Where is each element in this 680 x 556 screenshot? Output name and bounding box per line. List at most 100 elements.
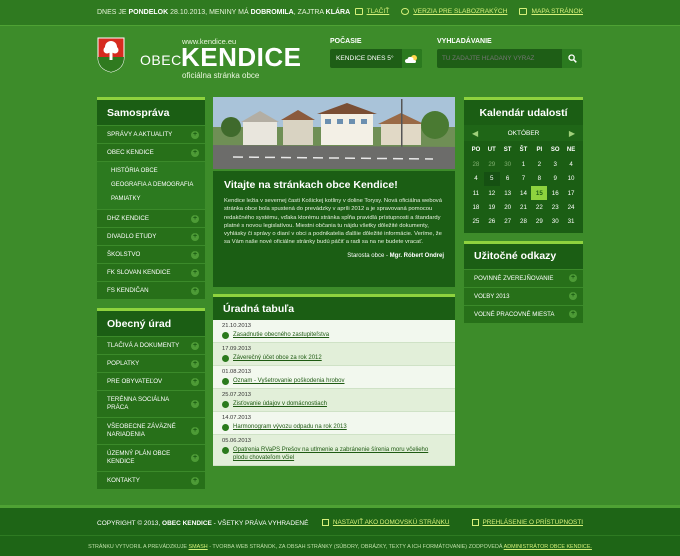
calendar-day[interactable]: 28 (468, 157, 484, 171)
calendar-day[interactable]: 31 (563, 214, 579, 228)
notice-item[interactable]: 05.06.2013 Opatrenia RVaPS Prešov na utl… (213, 435, 455, 466)
home-icon (321, 519, 329, 526)
notice-link[interactable]: Opatrenia RVaPS Prešov na utlmenie a zab… (233, 446, 438, 462)
calendar-day[interactable]: 30 (547, 214, 563, 228)
calendar-day[interactable]: 8 (531, 172, 547, 186)
nav-terenna-praca[interactable]: TERÉNNA SOCIÁLNA PRÁCA + (97, 390, 205, 417)
low-vision-link[interactable]: VERZIA PRE SLABOZRAKÝCH (401, 8, 507, 15)
nav-uzemny-plan[interactable]: ÚZEMNÝ PLÁN OBCE KENDICE + (97, 444, 205, 471)
notice-item[interactable]: 21.10.2013 Zasadnutie obecného zastupite… (213, 320, 455, 343)
calendar-day[interactable]: 28 (516, 214, 532, 228)
calendar-day[interactable]: 2 (531, 157, 547, 171)
copyright-text: COPYRIGHT © 2013, OBEC KENDICE - VŠETKY … (97, 520, 309, 527)
chevron-left-icon[interactable]: ◀ (472, 129, 478, 138)
plus-icon: + (191, 427, 199, 435)
notice-item[interactable]: 25.07.2013 Zisťovanie údajov v domácnost… (213, 389, 455, 412)
calendar-day[interactable]: 20 (500, 200, 516, 214)
document-icon (471, 519, 479, 526)
plus-icon: + (191, 286, 199, 295)
subnav-historia[interactable]: HISTÓRIA OBCE (97, 164, 205, 178)
site-name[interactable]: KENDICE (181, 42, 302, 73)
administrator-link[interactable]: ADMINISTRÁTOR OBCE KENDICE. (504, 544, 592, 550)
calendar-month-nav: ◀ OKTÓBER ▶ (464, 125, 583, 141)
weather-widget[interactable]: KENDICE DNES 5° (330, 49, 422, 68)
nav-fk-slovan[interactable]: FK SLOVAN KENDICE + (97, 263, 205, 281)
subnav-geografia[interactable]: GEOGRAFIA A DEMOGRAFIA (97, 178, 205, 192)
calendar-day[interactable]: 13 (500, 186, 516, 200)
calendar-day[interactable]: 22 (531, 200, 547, 214)
calendar-day[interactable]: 12 (484, 186, 500, 200)
notice-item[interactable]: 01.08.2013 Oznam - Vyšetrovanie poškoden… (213, 366, 455, 389)
link-povinne-zverejnovanie[interactable]: POVINNÉ ZVEREJŇOVANIE + (464, 268, 583, 287)
nav-dhz-kendice[interactable]: DHZ KENDICE + (97, 209, 205, 227)
link-volne-miesta[interactable]: VOĽNÉ PRACOVNÉ MIESTA + (464, 304, 583, 323)
calendar-day[interactable]: 4 (468, 172, 484, 186)
nav-skolstvo[interactable]: ŠKOLSTVO + (97, 245, 205, 263)
calendar-day[interactable]: 16 (547, 186, 563, 200)
nav-fs-kendican[interactable]: FS KENDIČAN + (97, 281, 205, 299)
calendar-day[interactable]: 29 (531, 214, 547, 228)
calendar-day[interactable]: 11 (468, 186, 484, 200)
calendar-day[interactable]: 26 (484, 214, 500, 228)
calendar-day[interactable]: 9 (547, 172, 563, 186)
nav-spravy-aktuality[interactable]: SPRÁVY A AKTUALITY + (97, 125, 205, 143)
calendar-day[interactable]: 4 (563, 157, 579, 171)
nav-tlaciva[interactable]: TLAČIVÁ A DOKUMENTY + (97, 336, 205, 354)
notice-item[interactable]: 14.07.2013 Harmonogram vývozu odpadu na … (213, 412, 455, 435)
nav-kontakty[interactable]: KONTAKTY + (97, 471, 205, 489)
plus-icon: + (191, 454, 199, 462)
calendar-weekday: UT (487, 147, 496, 154)
nav-obec-kendice[interactable]: OBEC KENDICE + (97, 143, 205, 161)
arrow-bullet-icon (222, 331, 229, 339)
search-input[interactable] (437, 49, 562, 68)
nav-divadlo-etudy[interactable]: DIVADLO ETUDY + (97, 227, 205, 245)
calendar-day[interactable]: 24 (563, 200, 579, 214)
calendar-day[interactable]: 3 (547, 157, 563, 171)
arrow-bullet-icon (222, 400, 229, 408)
notice-date: 21.10.2013 (222, 323, 252, 329)
footer-credit: STRÁNKU VYTVORIL A PREVÁDZKUJE SMASH - T… (88, 544, 592, 550)
sitemap-link[interactable]: MAPA STRÁNOK (519, 8, 583, 15)
calendar-day-today[interactable]: 15 (531, 185, 548, 201)
plus-icon: + (569, 310, 577, 319)
calendar-day[interactable]: 17 (563, 186, 579, 200)
notice-link[interactable]: Zisťovanie údajov v domácnostiach (233, 400, 327, 408)
calendar-day[interactable]: 5 (483, 171, 500, 186)
notice-date: 25.07.2013 (222, 392, 252, 398)
nav-vzn[interactable]: VŠEOBECNE ZÁVÄZNÉ NARIADENIA + (97, 417, 205, 444)
subnav-pamiatky[interactable]: PAMIATKY (97, 192, 205, 206)
samosprava-title: Samospráva (97, 97, 205, 125)
notice-item[interactable]: 17.09.2013 Záverečný účet obce za rok 20… (213, 343, 455, 366)
calendar-day[interactable]: 21 (516, 200, 532, 214)
calendar-weekday: NE (566, 147, 576, 154)
print-link[interactable]: TLAČIŤ (354, 8, 389, 15)
calendar-day[interactable]: 30 (500, 157, 516, 171)
coat-of-arms-logo[interactable] (97, 37, 125, 73)
plus-icon: + (191, 214, 199, 223)
calendar-day[interactable]: 25 (468, 214, 484, 228)
calendar-day[interactable]: 29 (484, 157, 500, 171)
notice-link[interactable]: Zasadnutie obecného zastupiteľstva (233, 331, 329, 339)
notice-link[interactable]: Záverečný účet obce za rok 2012 (233, 354, 322, 362)
set-homepage-link[interactable]: NASTAVIŤ AKO DOMOVSKÚ STRÁNKU (321, 519, 450, 526)
calendar-day[interactable]: 18 (468, 200, 484, 214)
link-volby-2013[interactable]: VOĽBY 2013 + (464, 286, 583, 305)
calendar-day[interactable]: 19 (484, 200, 500, 214)
calendar-weekday: PI (536, 147, 543, 154)
calendar-day[interactable]: 14 (516, 186, 532, 200)
nav-pre-obyvatelov[interactable]: PRE OBYVATEĽOV + (97, 372, 205, 390)
calendar-title: Kalendár udalostí (464, 97, 583, 125)
calendar-day[interactable]: 6 (500, 172, 516, 186)
calendar-day[interactable]: 27 (500, 214, 516, 228)
calendar-day[interactable]: 7 (516, 172, 532, 186)
calendar-day[interactable]: 10 (563, 172, 579, 186)
smash-link[interactable]: SMASH (189, 544, 208, 550)
accessibility-statement-link[interactable]: PREHLÁSENIE O PRÍSTUPNOSTI (471, 519, 583, 526)
nav-poplatky[interactable]: POPLATKY + (97, 354, 205, 372)
notice-link[interactable]: Harmonogram vývozu odpadu na rok 2013 (233, 423, 347, 431)
chevron-right-icon[interactable]: ▶ (569, 129, 575, 138)
calendar-day[interactable]: 23 (547, 200, 563, 214)
calendar-day[interactable]: 1 (516, 157, 532, 171)
notice-link[interactable]: Oznam - Vyšetrovanie poškodenia hrobov (233, 377, 345, 385)
search-button[interactable] (562, 49, 582, 68)
